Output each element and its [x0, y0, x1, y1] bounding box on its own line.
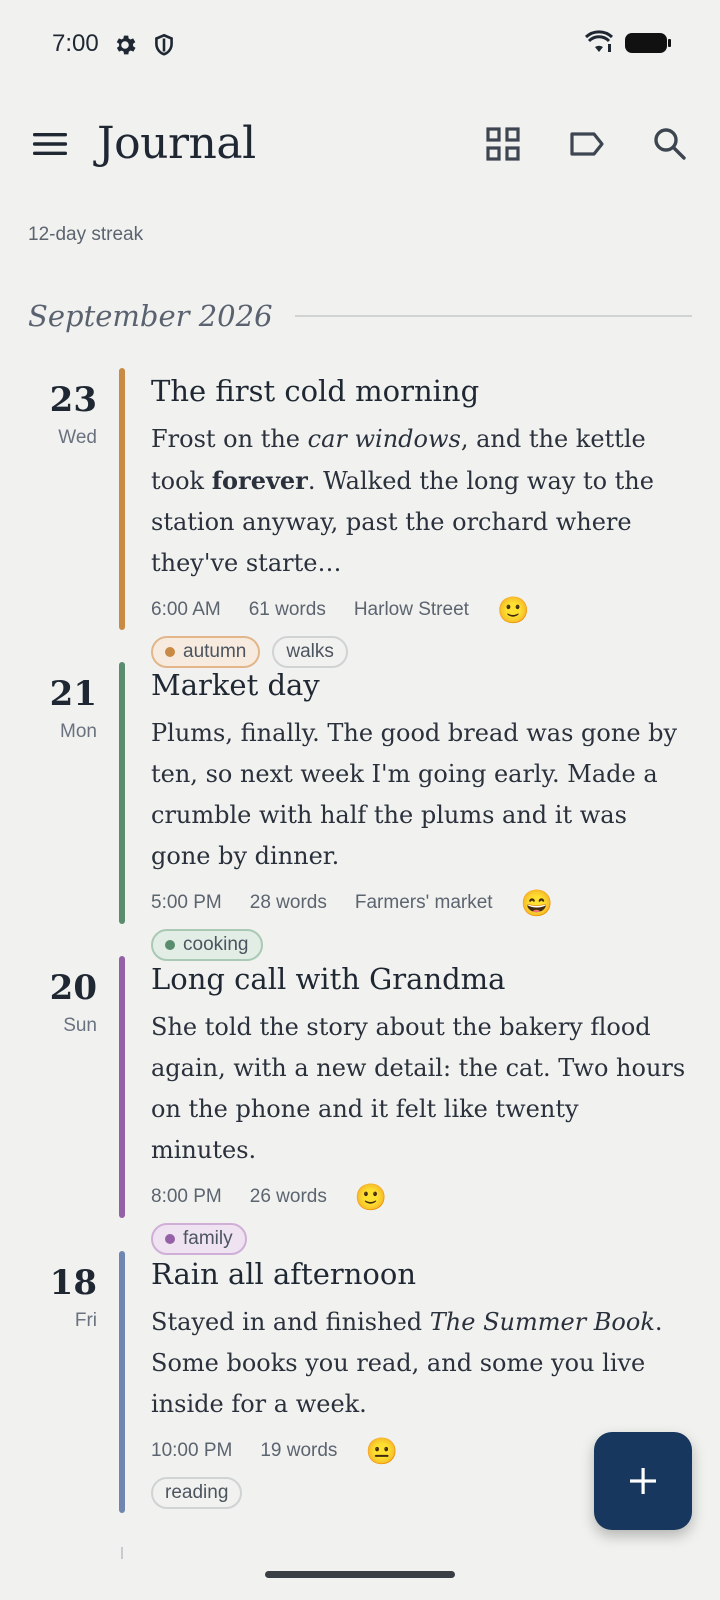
- mood-emoji-icon: 😐: [365, 1435, 398, 1466]
- journal-entry[interactable]: 21 Mon Market day Plums, finally. The go…: [0, 662, 720, 961]
- entry-preview: Stayed in and finished The Summer Book. …: [151, 1302, 691, 1425]
- entry-preview: Frost on the car windows, and the kettle…: [151, 419, 691, 584]
- battery-icon: [624, 30, 672, 60]
- status-bar: 7:00: [0, 0, 720, 92]
- tag-chip[interactable]: family: [151, 1222, 247, 1255]
- entry-tags: family: [151, 1222, 691, 1255]
- journal-entry[interactable]: 23 Wed The first cold morning Frost on t…: [0, 368, 720, 668]
- entry-accent-bar: [119, 1251, 125, 1513]
- entry-preview: Plums, finally. The good bread was gone …: [151, 718, 678, 870]
- entry-accent-bar: [121, 1547, 123, 1559]
- entry-meta: 6:00 AM 61 words Harlow Street 🙂: [151, 592, 691, 628]
- entry-accent-bar: [119, 956, 125, 1218]
- mood-emoji-icon: 🙂: [496, 594, 530, 625]
- grid-view-icon[interactable]: [475, 116, 531, 172]
- entry-weekday: Sun: [63, 1015, 97, 1036]
- entry-time: 10:00 PM: [151, 1439, 233, 1461]
- entry-preview-italic: car windows: [307, 424, 461, 453]
- tag-label: family: [183, 1227, 233, 1249]
- wifi-icon: [584, 30, 614, 60]
- entry-preview-text: Stayed in and finished: [151, 1307, 430, 1336]
- entry-preview-italic: The Summer Book: [429, 1307, 655, 1336]
- month-header: September 2026: [28, 296, 692, 336]
- settings-icon: [112, 32, 138, 58]
- entry-preview: She told the story about the bakery floo…: [151, 1012, 686, 1164]
- search-icon[interactable]: [642, 116, 698, 172]
- tag-label: cooking: [183, 933, 249, 955]
- month-label: September 2026: [28, 299, 273, 333]
- entry-meta: 8:00 PM 26 words 🙂: [151, 1179, 691, 1215]
- new-entry-button[interactable]: [594, 1432, 692, 1530]
- shield-icon: [151, 32, 177, 58]
- tag-label: walks: [286, 640, 334, 662]
- entry-title: Rain all afternoon: [151, 1257, 416, 1291]
- entry-date: 18 Fri: [0, 1266, 97, 1332]
- entry-weekday: Fri: [74, 1310, 97, 1331]
- plus-icon: [630, 1468, 656, 1494]
- entry-body: Market day Plums, finally. The good brea…: [151, 668, 691, 961]
- entry-meta: 5:00 PM 28 words Farmers' market 😄: [151, 885, 691, 921]
- month-divider: [294, 315, 692, 317]
- entry-body: The first cold morning Frost on the car …: [151, 374, 691, 668]
- tag-label: reading: [165, 1481, 229, 1503]
- streak-label: 12-day streak: [28, 224, 144, 245]
- entry-date: 20 Sun: [0, 971, 97, 1037]
- tag-dot-icon: [165, 1233, 175, 1244]
- entry-weekday: Wed: [58, 427, 97, 448]
- entry-preview-bold: forever: [211, 465, 308, 495]
- entry-date: 21 Mon: [0, 677, 97, 743]
- home-indicator[interactable]: [265, 1571, 455, 1578]
- entry-word-count: 19 words: [260, 1439, 338, 1461]
- entry-title: Long call with Grandma: [151, 962, 506, 996]
- tag-chip[interactable]: reading: [151, 1476, 243, 1509]
- entry-date: 23 Wed: [0, 383, 97, 449]
- entry-accent-bar: [119, 368, 125, 630]
- page-title: Journal: [97, 118, 256, 169]
- entry-location: Farmers' market: [354, 891, 493, 913]
- menu-icon[interactable]: [22, 116, 78, 172]
- entry-day: 20: [49, 968, 97, 1008]
- journal-entry[interactable]: 20 Sun Long call with Grandma She told t…: [0, 956, 720, 1255]
- tag-dot-icon: [165, 646, 175, 657]
- entry-title: Market day: [151, 668, 320, 702]
- entry-accent-bar: [119, 662, 125, 924]
- mood-emoji-icon: 🙂: [354, 1181, 388, 1212]
- entry-word-count: 61 words: [248, 598, 326, 620]
- entry-day: 23: [49, 380, 97, 420]
- entry-word-count: 26 words: [249, 1185, 327, 1207]
- entry-time: 8:00 PM: [151, 1185, 222, 1207]
- entry-time: 6:00 AM: [151, 598, 221, 620]
- entry-time: 5:00 PM: [151, 891, 222, 913]
- entry-title-peek: [151, 1552, 351, 1560]
- tag-dot-icon: [165, 939, 175, 950]
- tag-label: autumn: [183, 640, 247, 662]
- entry-word-count: 28 words: [249, 891, 327, 913]
- mood-emoji-icon: 😄: [520, 887, 553, 918]
- entry-day: 21: [49, 674, 97, 714]
- app-bar: Journal: [0, 106, 720, 186]
- entry-title: The first cold morning: [151, 374, 480, 408]
- entry-body: Long call with Grandma She told the stor…: [151, 962, 691, 1255]
- entry-day: 18: [49, 1263, 97, 1303]
- label-icon[interactable]: [559, 116, 615, 172]
- entry-location: Harlow Street: [353, 598, 469, 620]
- entry-preview-text: Frost on the: [151, 424, 308, 453]
- status-time: 7:00: [52, 30, 99, 57]
- entry-weekday: Mon: [60, 721, 97, 742]
